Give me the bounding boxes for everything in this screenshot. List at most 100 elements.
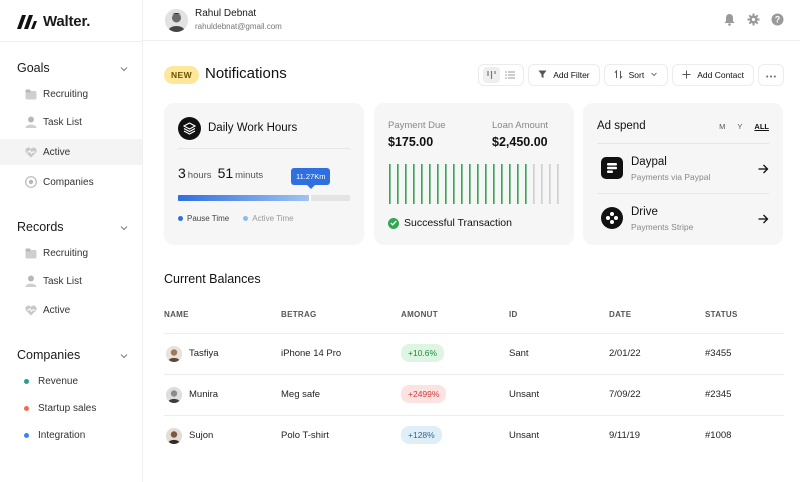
sidebar-item-label: Active (43, 146, 71, 158)
section-companies-title: Companies (17, 348, 81, 362)
payment-bar-empty (533, 164, 535, 204)
payment-bar-filled (421, 164, 423, 204)
columns-view-icon[interactable] (483, 67, 501, 83)
ad-item-daypal[interactable]: Daypal Payments via Paypal (601, 153, 769, 183)
table-row[interactable]: Tasfiya iPhone 14 Pro +10.6% Sant 2/01/2… (164, 334, 784, 375)
column-header[interactable]: NAME (164, 310, 189, 319)
payment-bar-filled (469, 164, 471, 204)
payment-bar-filled (517, 164, 519, 204)
work-progress-bar[interactable] (178, 195, 350, 201)
payment-bar-filled (509, 164, 511, 204)
view-toggle (478, 64, 525, 86)
cell-id: Unsant (509, 430, 540, 441)
payment-bar-empty (541, 164, 543, 204)
cell-date: 2/01/22 (609, 348, 641, 359)
payment-bar-filled (437, 164, 439, 204)
toolbar: Add Filter Sort Add Contact (478, 64, 784, 86)
chevron-down-icon[interactable] (119, 63, 129, 73)
legend-active: Active Time (243, 214, 294, 223)
more-button[interactable] (758, 64, 784, 86)
add-filter-button[interactable]: Add Filter (528, 64, 600, 86)
payment-bar-filled (485, 164, 487, 204)
more-icon (766, 70, 776, 80)
sidebar-item-label: Recruiting (43, 247, 89, 259)
loan-amount-label: Loan Amount (492, 120, 548, 131)
sidebar-item-startup-sales[interactable]: Startup sales (0, 395, 142, 421)
cell-date: 9/11/19 (609, 430, 640, 441)
user-email: rahuldebnat@gmail.com (195, 22, 282, 31)
chevron-down-icon[interactable] (119, 222, 129, 232)
transaction-status: Successful Transaction (388, 217, 512, 229)
tab-month[interactable]: M (719, 122, 725, 131)
arrow-right-icon[interactable] (757, 212, 769, 224)
column-header[interactable]: ID (509, 310, 518, 319)
sidebar-item-task-list[interactable]: Task List (0, 109, 142, 135)
cell-name: Sujon (189, 430, 214, 441)
cell-status: #1008 (705, 430, 732, 441)
payment-bar-filled (525, 164, 527, 204)
table-row[interactable]: Sujon Polo T-shirt +128% Unsant 9/11/19 … (164, 416, 784, 457)
section-goals[interactable]: Goals (17, 61, 129, 75)
distance-tooltip: 11.27Km (291, 168, 331, 189)
legend-pause-label: Pause Time (187, 214, 230, 223)
user-name: Rahul Debnat (195, 8, 257, 19)
column-header[interactable]: AMONUT (401, 310, 438, 319)
add-contact-button[interactable]: Add Contact (672, 64, 754, 86)
sidebar-divider (0, 41, 143, 42)
divider (178, 148, 350, 149)
list-view-icon[interactable] (502, 67, 519, 83)
section-companies[interactable]: Companies (17, 348, 129, 362)
sidebar-item-integration[interactable]: Integration (0, 422, 142, 448)
ad-spend-title: Ad spend (597, 120, 646, 132)
payment-bar-filled (445, 164, 447, 204)
payment-progress-bars (389, 164, 559, 204)
section-records[interactable]: Records (17, 220, 129, 234)
column-header[interactable]: BETRAG (281, 310, 317, 319)
sidebar: Walter. Goals Recruiting Task List Activ… (0, 0, 143, 482)
payment-bar-filled (477, 164, 479, 204)
app-logo[interactable]: Walter. (17, 13, 90, 30)
sidebar-item-label: Revenue (38, 375, 79, 387)
top-bar: Rahul Debnat rahuldebnat@gmail.com ? (143, 0, 800, 41)
avatar (166, 346, 182, 362)
column-header[interactable]: DATE (609, 310, 631, 319)
column-header[interactable]: STATUS (705, 310, 738, 319)
tab-all[interactable]: ALL (754, 122, 769, 131)
top-icons: ? (723, 13, 784, 26)
ad-item-drive[interactable]: Drive Payments Stripe (601, 203, 769, 233)
sidebar-item-recruiting[interactable]: Recruiting (0, 81, 142, 107)
sidebar-item-companies[interactable]: Companies (0, 169, 142, 195)
cell-status: #2345 (705, 389, 732, 400)
sidebar-item-active[interactable]: Active (0, 297, 142, 323)
arrow-right-icon[interactable] (757, 162, 769, 174)
sidebar-item-label: Task List (43, 116, 82, 128)
active-dot-icon (243, 216, 249, 221)
payment-bar-filled (429, 164, 431, 204)
filter-icon (538, 70, 547, 81)
user-icon (24, 275, 37, 288)
payment-bar-filled (389, 164, 391, 204)
sidebar-item-recruiting[interactable]: Recruiting (0, 240, 142, 266)
gear-icon[interactable] (747, 13, 760, 26)
sidebar-item-revenue[interactable]: Revenue (0, 368, 142, 394)
cell-name: Tasfiya (189, 348, 219, 359)
sidebar-item-task-list[interactable]: Task List (0, 268, 142, 294)
sidebar-item-active[interactable]: Active (0, 139, 142, 165)
payment-card: Payment Due $175.00 Loan Amount $2,450.0… (374, 103, 574, 245)
add-filter-label: Add Filter (553, 70, 590, 80)
ad-spend-card: Ad spend M Y ALL Daypal Payments via Pay… (583, 103, 783, 245)
revenue-dot-icon (24, 378, 29, 384)
payment-bar-filled (461, 164, 463, 204)
sort-button[interactable]: Sort (603, 64, 669, 86)
new-badge: NEW (164, 66, 200, 84)
help-icon[interactable]: ? (771, 13, 784, 26)
avatar[interactable] (165, 9, 188, 32)
chevron-down-icon[interactable] (119, 350, 129, 360)
chevron-down-icon (650, 70, 658, 80)
payment-bar-filled (453, 164, 455, 204)
bell-icon[interactable] (723, 13, 736, 26)
table-row[interactable]: Munira Meg safe +2499% Unsant 7/09/22 #2… (164, 375, 784, 416)
divider (597, 193, 769, 194)
heart-icon (24, 304, 37, 317)
tab-year[interactable]: Y (737, 122, 742, 131)
